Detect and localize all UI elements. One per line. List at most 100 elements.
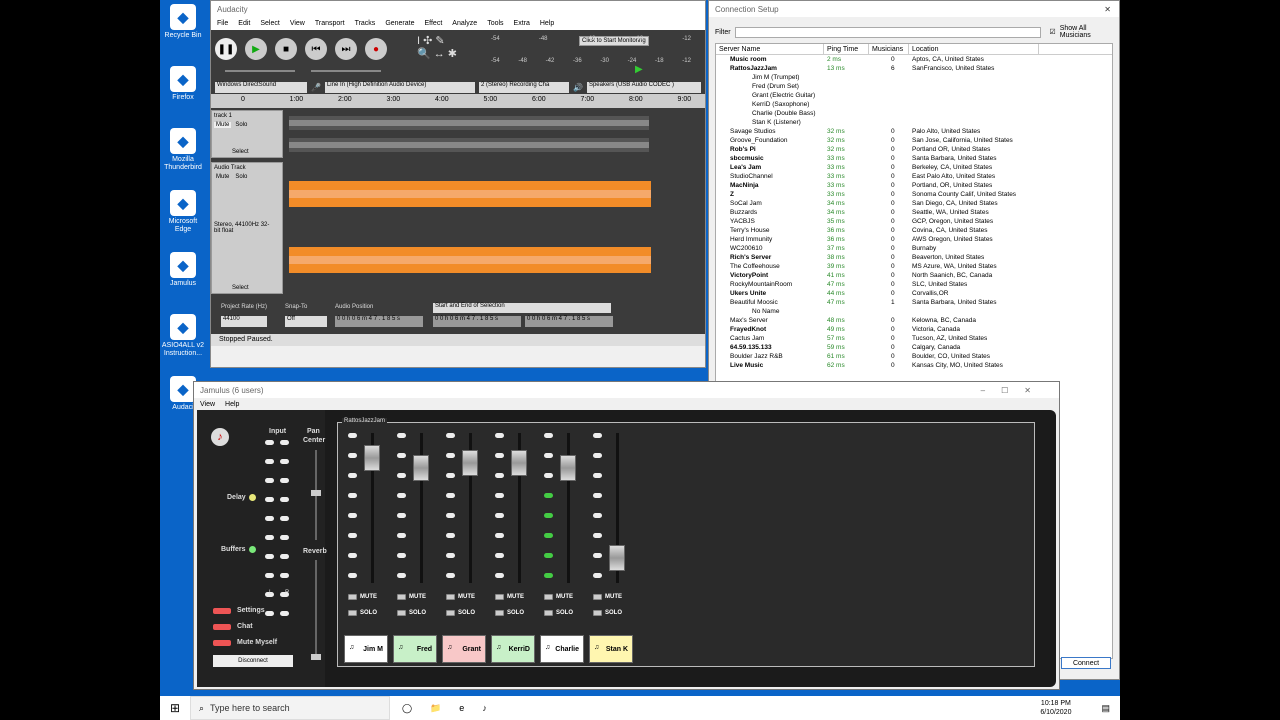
tools-icon[interactable]: I ✣ ✎ 🔍 ↔ ✱ — [417, 34, 457, 60]
selection-end-field[interactable]: 0 0 h 0 6 m 4 7 . 1 8 5 s — [525, 316, 613, 327]
filter-input[interactable] — [734, 26, 1042, 38]
track-1-panel[interactable]: track 1 Mute Solo Select — [211, 110, 283, 158]
input-device-select[interactable]: Line In (High Definition Audio Device) — [324, 81, 475, 93]
selection-start-field[interactable]: 0 0 h 0 6 m 4 7 . 1 8 5 s — [433, 316, 521, 327]
audio-track-select-button[interactable]: Select — [232, 285, 249, 291]
menu-effect[interactable]: Effect — [425, 20, 443, 27]
project-rate-select[interactable]: 44100 — [221, 316, 267, 327]
output-volume-slider[interactable] — [311, 70, 381, 72]
server-row[interactable]: Savage Studios 32 ms 0 Palo Alto, United… — [716, 127, 1112, 136]
menu-help[interactable]: Help — [225, 401, 239, 408]
play-button[interactable]: ▶ — [245, 38, 267, 60]
server-row[interactable]: Live Music 62 ms 0 Kansas City, MO, Unit… — [716, 361, 1112, 370]
audio-track-name[interactable]: Audio Track — [214, 165, 280, 171]
server-row[interactable]: Cactus Jam 57 ms 0 Tucson, AZ, United St… — [716, 334, 1112, 343]
show-all-checkbox[interactable]: ☑ — [1049, 28, 1055, 36]
server-row[interactable]: WC200610 37 ms 0 Burnaby — [716, 244, 1112, 253]
window-controls[interactable]: –☐✕ — [981, 386, 1059, 395]
play-at-speed-button[interactable]: ▶ — [635, 64, 643, 75]
menu-edit[interactable]: Edit — [238, 20, 250, 27]
pause-button[interactable]: ❚❚ — [215, 38, 237, 60]
server-row[interactable]: Stan K (Listener) — [716, 118, 1112, 127]
server-row[interactable]: Fred (Drum Set) — [716, 82, 1112, 91]
audio-track-solo-button[interactable]: Solo — [233, 174, 249, 180]
menu-generate[interactable]: Generate — [385, 20, 414, 27]
server-row[interactable]: VictoryPoint 41 ms 0 North Saanich, BC, … — [716, 271, 1112, 280]
desktop-icon[interactable]: ◆ Jamulus — [160, 252, 206, 288]
menu-extra[interactable]: Extra — [514, 20, 530, 27]
track-1-solo-button[interactable]: Solo — [233, 122, 249, 128]
track-1-select-button[interactable]: Select — [232, 149, 249, 155]
pan-slider[interactable] — [311, 450, 321, 540]
menu-transport[interactable]: Transport — [315, 20, 345, 27]
snap-to-select[interactable]: Off — [285, 316, 327, 327]
column-ping-time[interactable]: Ping Time — [824, 44, 869, 54]
menu-tracks[interactable]: Tracks — [355, 20, 376, 27]
channel-fader[interactable] — [413, 455, 429, 481]
column-server-name[interactable]: Server Name — [716, 44, 824, 54]
timeline-ruler[interactable]: 0 1:00 2:00 3:00 4:00 5:00 6:00 7:00 8:00 9:00 — [211, 94, 705, 108]
server-row[interactable]: Rob's Pi 32 ms 0 Portland OR, United Sta… — [716, 145, 1112, 154]
server-row[interactable]: MacNinja 33 ms 0 Portland, OR, United St… — [716, 181, 1112, 190]
channels-select[interactable]: 2 (Stereo) Recording Cha — [478, 81, 569, 93]
skip-end-button[interactable]: ⏭ — [335, 38, 357, 60]
solo-button[interactable]: SOLO — [593, 607, 622, 618]
menu-view[interactable]: View — [200, 401, 215, 408]
notification-icon[interactable]: ▤ — [1101, 703, 1110, 714]
mute-button[interactable]: MUTE — [544, 591, 573, 602]
menu-view[interactable]: View — [290, 20, 305, 27]
server-row[interactable]: Rich's Server 38 ms 0 Beaverton, United … — [716, 253, 1112, 262]
stop-button[interactable]: ■ — [275, 38, 297, 60]
server-row[interactable]: Buzzards 34 ms 0 Seattle, WA, United Sta… — [716, 208, 1112, 217]
skip-start-button[interactable]: ⏮ — [305, 38, 327, 60]
track-1-waveform[interactable] — [289, 114, 649, 154]
server-row[interactable]: Grant (Electric Guitar) — [716, 91, 1112, 100]
server-row[interactable]: YACBJS 35 ms 0 GCP, Oregon, United State… — [716, 217, 1112, 226]
clock-date[interactable]: 6/10/2020 — [1040, 708, 1071, 717]
track-1-mute-button[interactable]: Mute — [214, 122, 232, 128]
server-row[interactable]: Music room 2 ms 0 Aptos, CA, United Stat… — [716, 55, 1112, 64]
channel-fader[interactable] — [511, 450, 527, 476]
server-row[interactable]: StudioChannel 33 ms 0 East Palo Alto, Un… — [716, 172, 1112, 181]
server-row[interactable]: The Coffeehouse 39 ms 0 MS Azure, WA, Un… — [716, 262, 1112, 271]
audio-track-panel[interactable]: Audio Track Mute Solo Stereo, 44100Hz 32-… — [211, 162, 283, 294]
column-musicians[interactable]: Musicians — [869, 44, 909, 54]
track-1-name[interactable]: track 1 — [214, 113, 280, 119]
audio-track-waveform[interactable] — [289, 164, 651, 290]
server-row[interactable]: Charlie (Double Bass) — [716, 109, 1112, 118]
server-row[interactable]: Ukers Unite 44 ms 0 Corvallis,OR — [716, 289, 1112, 298]
selection-mode-select[interactable]: Start and End of Selection — [433, 303, 611, 313]
menu-help[interactable]: Help — [540, 20, 554, 27]
desktop-icon[interactable]: ◆ Firefox — [160, 66, 206, 102]
settings-button[interactable]: Settings — [213, 607, 265, 614]
menu-select[interactable]: Select — [260, 20, 279, 27]
server-row[interactable]: RockyMountainRoom 47 ms 0 SLC, United St… — [716, 280, 1112, 289]
mute-myself-button[interactable]: Mute Myself — [213, 639, 277, 646]
channel-fader[interactable] — [560, 455, 576, 481]
output-device-select[interactable]: Speakers (USB Audio CODEC ) — [586, 81, 701, 93]
menu-analyze[interactable]: Analyze — [452, 20, 477, 27]
jamulus-taskbar-icon[interactable]: ♪ — [482, 703, 487, 713]
channel-fader[interactable] — [462, 450, 478, 476]
server-row[interactable]: FrayedKnot 49 ms 0 Victoria, Canada — [716, 325, 1112, 334]
mute-button[interactable]: MUTE — [348, 591, 377, 602]
server-row[interactable]: Groove_Foundation 32 ms 0 San Jose, Cali… — [716, 136, 1112, 145]
close-icon[interactable]: ✕ — [1104, 5, 1119, 14]
host-select[interactable]: Windows DirectSound — [215, 81, 307, 93]
server-row[interactable]: Max's Server 48 ms 0 Kelowna, BC, Canada — [716, 316, 1112, 325]
server-row[interactable]: Terry's House 36 ms 0 Covina, CA, United… — [716, 226, 1112, 235]
task-view-icon[interactable]: ◯ — [402, 703, 412, 714]
start-button[interactable]: ⊞ — [160, 701, 190, 715]
desktop-icon[interactable]: ◆ Mozilla Thunderbird — [160, 128, 206, 172]
server-row[interactable]: Lea's Jam 33 ms 0 Berkeley, CA, United S… — [716, 163, 1112, 172]
server-row[interactable]: Boulder Jazz R&B 61 ms 0 Boulder, CO, Un… — [716, 352, 1112, 361]
desktop-icon[interactable]: ◆ Recycle Bin — [160, 4, 206, 40]
file-explorer-icon[interactable]: 📁 — [430, 703, 441, 714]
mute-button[interactable]: MUTE — [495, 591, 524, 602]
disconnect-button[interactable]: Disconnect — [213, 655, 293, 667]
column-location[interactable]: Location — [909, 44, 1039, 54]
solo-button[interactable]: SOLO — [397, 607, 426, 618]
desktop-icon[interactable]: ◆ ASIO4ALL v2 Instruction... — [160, 314, 206, 358]
channel-fader[interactable] — [364, 445, 380, 471]
server-row[interactable]: Jim M (Trumpet) — [716, 73, 1112, 82]
